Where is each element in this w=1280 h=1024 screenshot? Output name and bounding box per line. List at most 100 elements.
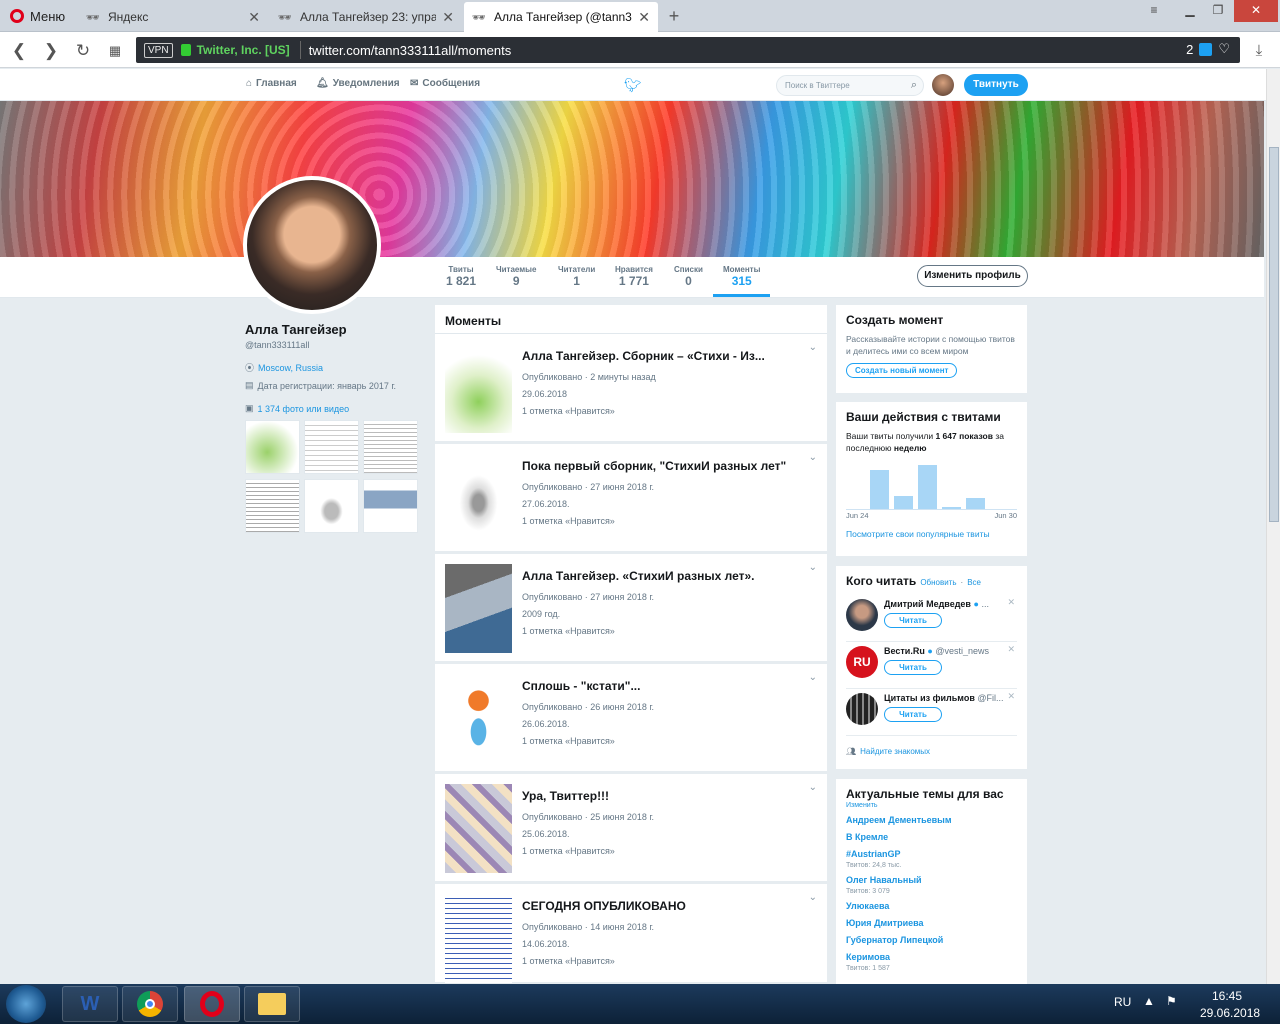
activity-bar[interactable] xyxy=(942,507,961,509)
moment-likes[interactable]: 1 отметка «Нравится» xyxy=(522,406,615,416)
adblock-count[interactable]: 2 xyxy=(1186,42,1193,57)
stat-tweets[interactable]: Твиты 1 821 xyxy=(446,265,476,288)
moment-image[interactable] xyxy=(445,344,512,433)
moment-item[interactable]: СЕГОДНЯ ОПУБЛИКОВАНО Опубликовано · 14 и… xyxy=(435,884,827,983)
moment-likes[interactable]: 1 отметка «Нравится» xyxy=(522,956,615,966)
clock-time[interactable]: 16:45 xyxy=(1212,989,1242,1003)
close-tab-icon[interactable]: ✕ xyxy=(638,9,650,26)
activity-bar[interactable] xyxy=(870,470,889,509)
suggestion-name[interactable]: Вести.Ru ● @vesti_news xyxy=(884,646,1004,656)
trends-change-link[interactable]: Изменить xyxy=(846,801,1017,810)
nav-home[interactable]: ⌂ Главная xyxy=(246,78,297,89)
profile-media[interactable]: ▣ 1 374 фото или видео xyxy=(245,403,349,414)
stat-moments[interactable]: Моменты 315 xyxy=(712,265,771,297)
scrollbar-thumb[interactable] xyxy=(1269,147,1279,522)
nav-messages[interactable]: ✉ Сообщения xyxy=(410,78,480,89)
action-center-flag-icon[interactable]: ⚑ xyxy=(1166,994,1177,1008)
moment-title[interactable]: Ура, Твиттер!!! xyxy=(522,789,792,803)
stat-lists[interactable]: Списки 0 xyxy=(674,265,703,288)
stat-likes[interactable]: Нравится 1 771 xyxy=(615,265,653,288)
moment-image[interactable] xyxy=(445,454,512,543)
speed-dial-icon[interactable]: ▦ xyxy=(104,40,126,62)
chrome-icon[interactable] xyxy=(122,986,178,1022)
moment-image[interactable] xyxy=(445,894,512,983)
close-tab-icon[interactable]: ✕ xyxy=(442,9,454,26)
moment-likes[interactable]: 1 отметка «Нравится» xyxy=(522,846,615,856)
trend-item[interactable]: В Кремле xyxy=(846,831,1017,844)
twitter-bird-icon[interactable]: 🐦︎ xyxy=(624,77,642,93)
top-tweets-link[interactable]: Посмотрите свои популярные твиты xyxy=(846,528,1017,540)
user-avatar-menu[interactable] xyxy=(932,74,954,96)
chevron-down-icon[interactable]: ⌄ xyxy=(809,562,817,573)
profile-name[interactable]: Алла Тангейзер xyxy=(245,322,347,337)
opera-taskbar-icon[interactable] xyxy=(184,986,240,1022)
moment-image[interactable] xyxy=(445,784,512,873)
clapperboard-avatar[interactable] xyxy=(846,693,878,725)
media-link[interactable]: 1 374 фото или видео xyxy=(258,404,350,414)
stat-following[interactable]: Читаемые 9 xyxy=(496,265,536,288)
close-window-icon[interactable]: ✕ xyxy=(1234,0,1278,22)
vpn-badge[interactable]: VPN xyxy=(144,42,173,58)
activity-bar[interactable] xyxy=(918,465,937,509)
media-thumbnail[interactable] xyxy=(304,479,359,533)
moment-title[interactable]: СЕГОДНЯ ОПУБЛИКОВАНО xyxy=(522,899,792,913)
avatar[interactable] xyxy=(846,599,878,631)
trend-item[interactable]: Андреем Дементьевым xyxy=(846,814,1017,827)
trend-item[interactable]: Олег Навальный xyxy=(846,874,1017,887)
trend-item[interactable]: #AustrianGP xyxy=(846,848,1017,861)
adblock-icon[interactable] xyxy=(1199,42,1213,56)
forward-icon[interactable]: ❯ xyxy=(40,40,62,62)
search-input[interactable]: Поиск в Твиттере ⌕ xyxy=(776,75,924,96)
tray-expand-icon[interactable]: ▲ xyxy=(1143,994,1155,1008)
profile-handle[interactable]: @tann333111all xyxy=(245,340,309,350)
moment-image[interactable] xyxy=(445,674,512,763)
moment-item[interactable]: Сплошь - "кстати"... Опубликовано · 26 и… xyxy=(435,664,827,771)
lock-icon[interactable] xyxy=(180,44,191,56)
moment-likes[interactable]: 1 отметка «Нравится» xyxy=(522,736,615,746)
moment-title[interactable]: Алла Тангейзер. «СтихиИ разных лет». xyxy=(522,569,792,583)
trend-item[interactable]: Улюкаева xyxy=(846,900,1017,913)
refresh-link[interactable]: Обновить xyxy=(920,577,956,589)
vesti-logo-avatar[interactable]: RU xyxy=(846,646,878,678)
moment-likes[interactable]: 1 отметка «Нравится» xyxy=(522,516,615,526)
clock-date[interactable]: 29.06.2018 xyxy=(1200,1006,1260,1020)
moment-likes[interactable]: 1 отметка «Нравится» xyxy=(522,626,615,636)
reload-icon[interactable]: ↻ xyxy=(72,40,94,62)
dismiss-icon[interactable]: ✕ xyxy=(1007,691,1015,702)
moment-title[interactable]: Пока первый сборник, "СтихиИ разных лет" xyxy=(522,459,792,473)
tab-management[interactable]: 🕶 Алла Тангейзер 23: управ ✕ xyxy=(270,2,462,32)
media-thumbnail[interactable] xyxy=(245,420,300,474)
suggestion-name[interactable]: Дмитрий Медведев ● ... xyxy=(884,599,1004,609)
opera-menu-button[interactable]: Меню xyxy=(0,0,78,32)
activity-bar[interactable] xyxy=(894,496,913,509)
certificate-label[interactable]: Twitter, Inc. [US] xyxy=(197,43,290,57)
suggestion-name[interactable]: Цитаты из фильмов @Fil... xyxy=(884,693,1004,703)
dismiss-icon[interactable]: ✕ xyxy=(1007,644,1015,655)
stat-followers[interactable]: Читатели 1 xyxy=(558,265,595,288)
moment-title[interactable]: Алла Тангейзер. Сборник – «Стихи - Из... xyxy=(522,349,792,363)
media-thumbnail[interactable] xyxy=(245,479,300,533)
word-icon[interactable]: W xyxy=(62,986,118,1022)
close-tab-icon[interactable]: ✕ xyxy=(248,9,260,26)
url-text[interactable]: twitter.com/tann333111all/moments xyxy=(309,43,512,58)
find-friends-link[interactable]: 👥︎ Найдите знакомых xyxy=(846,746,1017,758)
url-field[interactable]: VPN Twitter, Inc. [US] twitter.com/tann3… xyxy=(136,37,1240,63)
tweet-button[interactable]: Твитнуть xyxy=(964,74,1028,96)
explorer-folder-icon[interactable] xyxy=(244,986,300,1022)
follow-button[interactable]: Читать xyxy=(884,613,942,628)
chevron-down-icon[interactable]: ⌄ xyxy=(809,782,817,793)
chevron-down-icon[interactable]: ⌄ xyxy=(809,672,817,683)
nav-notifications[interactable]: 🔔︎ Уведомления xyxy=(316,78,400,89)
bookmark-heart-icon[interactable]: ♡ xyxy=(1218,41,1230,57)
media-thumbnail[interactable] xyxy=(304,420,359,474)
trend-item[interactable]: Керимова xyxy=(846,951,1017,964)
follow-button[interactable]: Читать xyxy=(884,707,942,722)
activity-bar[interactable] xyxy=(966,498,985,509)
minimize-icon[interactable]: ▁ xyxy=(1176,0,1204,22)
trend-item[interactable]: Губернатор Липецкой xyxy=(846,934,1017,947)
moment-item[interactable]: Алла Тангейзер. «СтихиИ разных лет». Опу… xyxy=(435,554,827,661)
profile-avatar[interactable] xyxy=(243,176,381,314)
tab-menu-icon[interactable]: ≡ xyxy=(1140,0,1168,22)
download-icon[interactable]: ⤓ xyxy=(1248,40,1270,62)
windows-start-button[interactable] xyxy=(6,985,46,1023)
